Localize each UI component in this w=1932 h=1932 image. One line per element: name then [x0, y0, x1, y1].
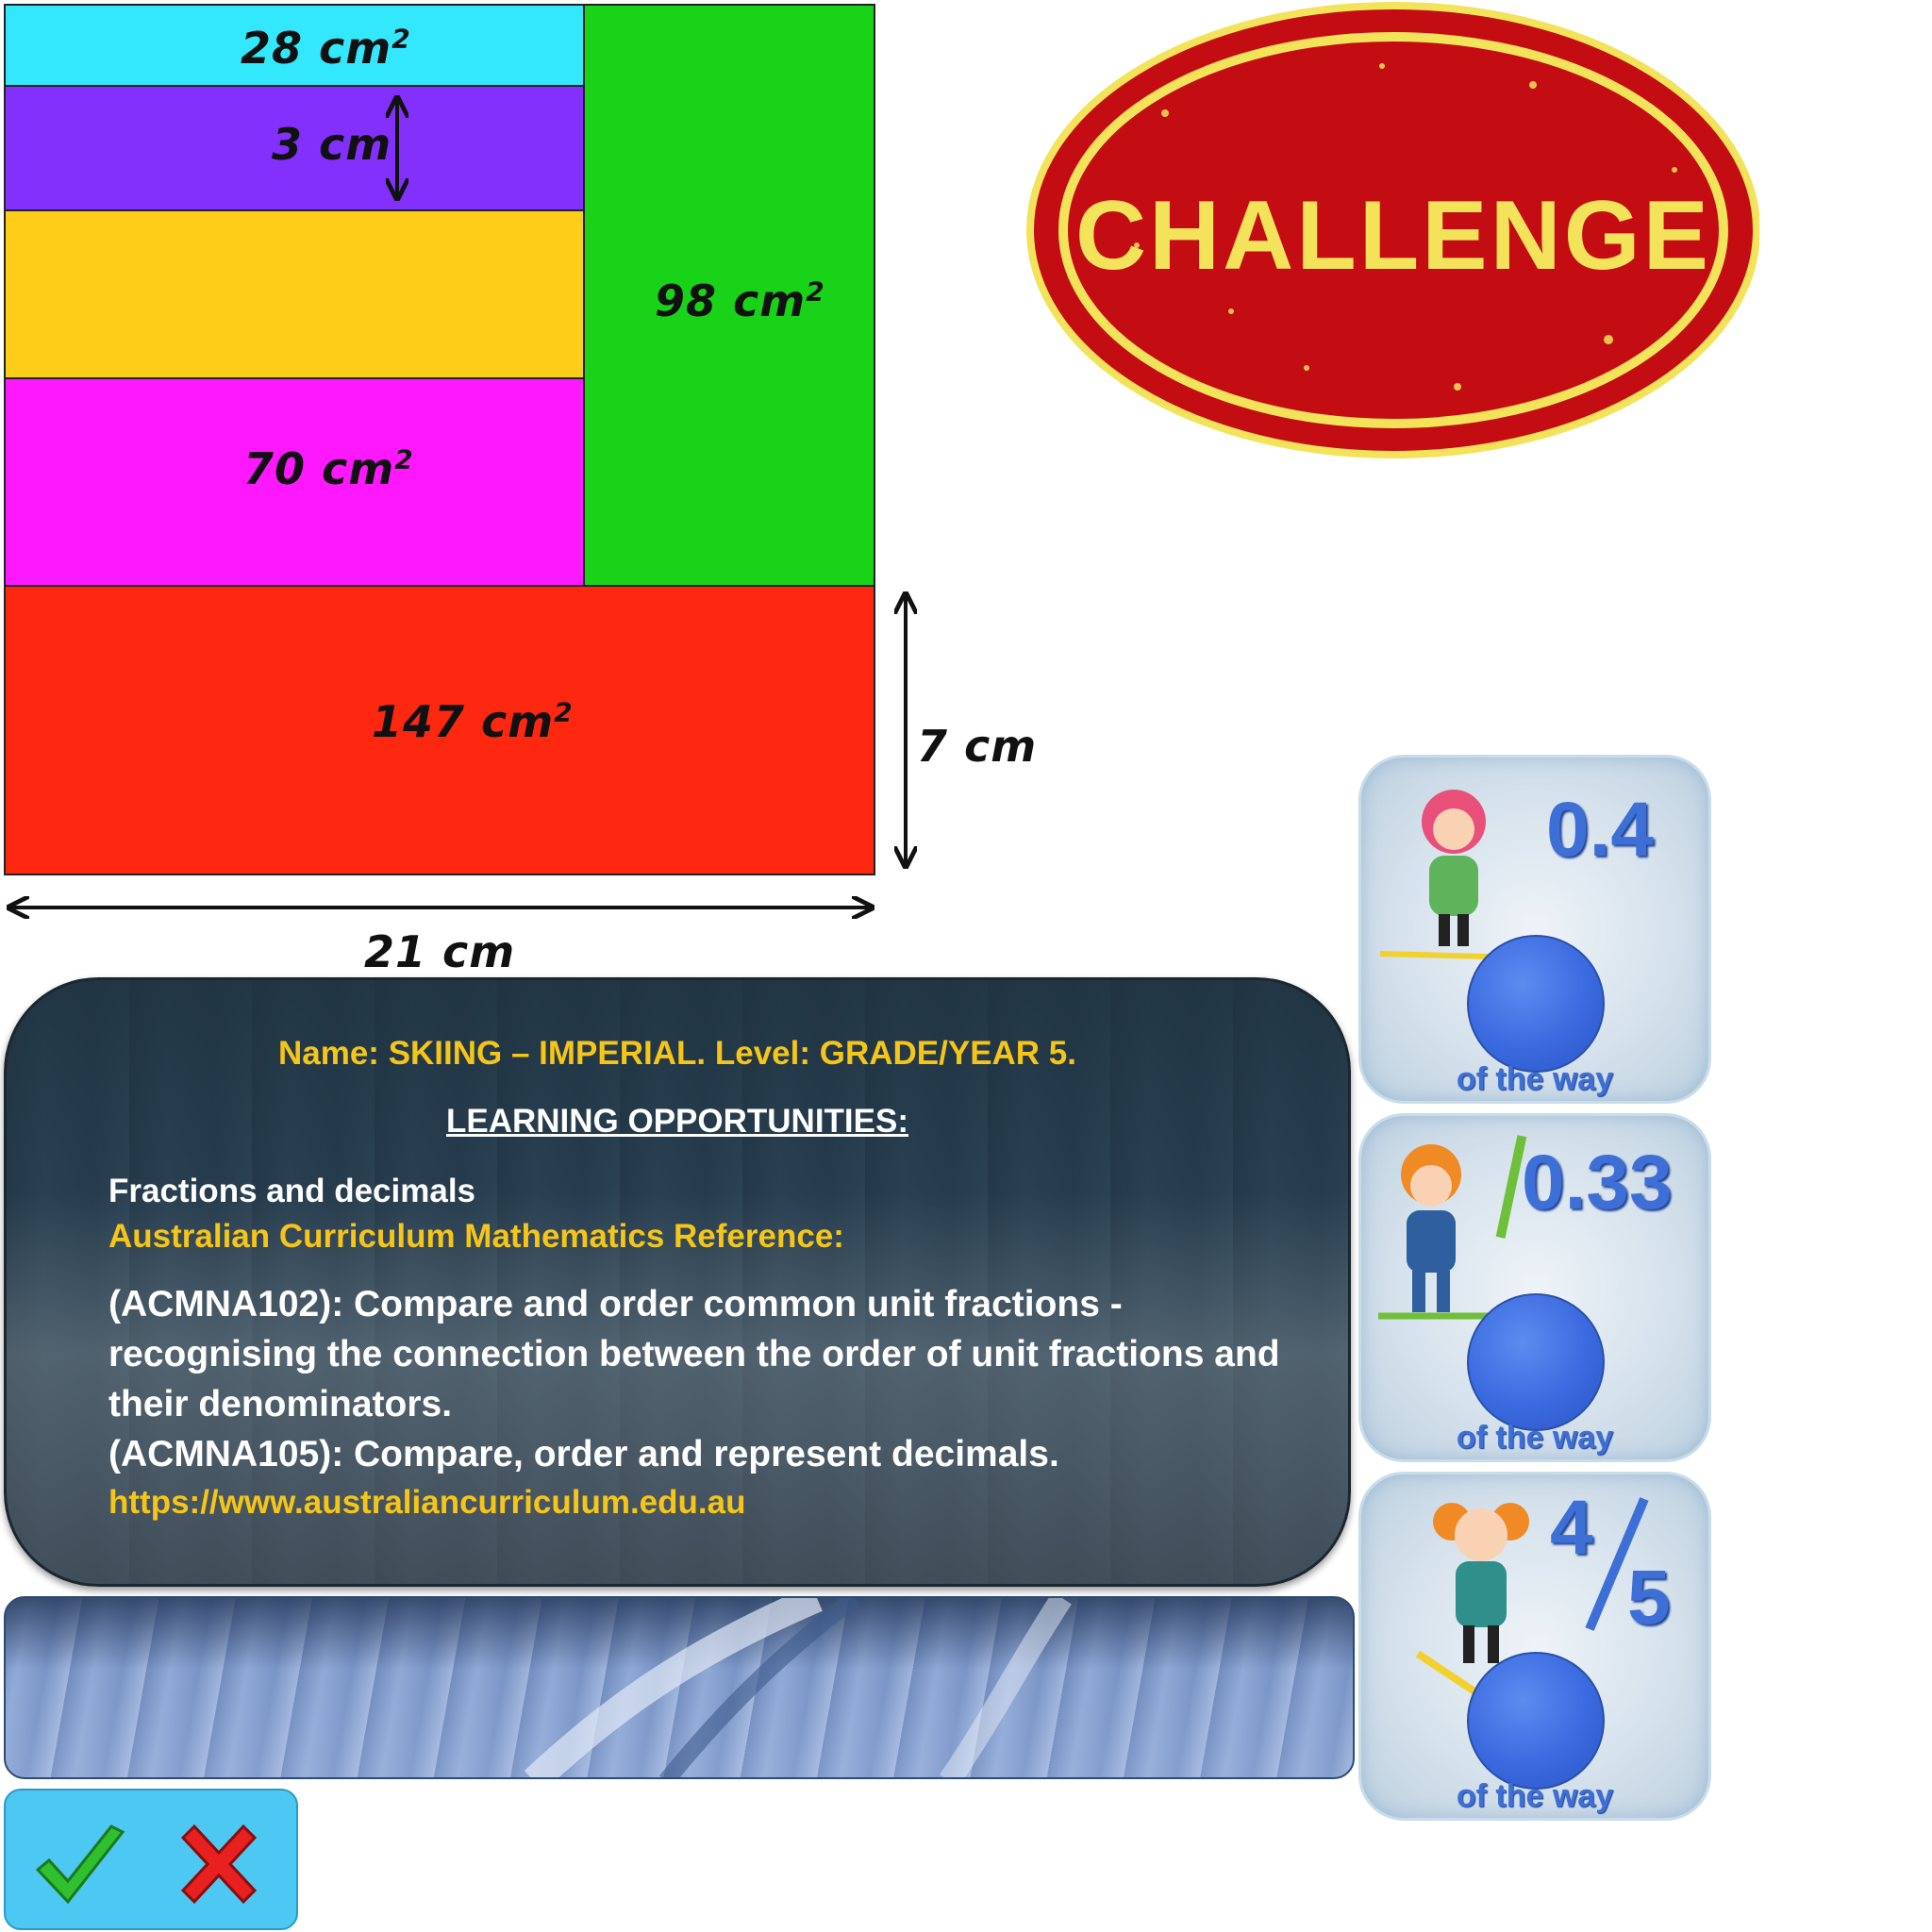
name-level-line: Name: SKIING – IMPERIAL. Level: GRADE/YE… [277, 1035, 1076, 1072]
acmna102-line-2: recognising the connection between the o… [108, 1334, 1280, 1374]
skier-tile-4-5[interactable]: 4 5 of the way [1358, 1472, 1711, 1821]
tile-caption: of the way [1456, 1061, 1614, 1097]
acmna102-line-3: their denominators. [108, 1384, 453, 1424]
challenge-badge: CHALLENGE [1024, 0, 1760, 462]
answer-buttons [4, 1789, 298, 1930]
snow-tracks-image [4, 1596, 1355, 1779]
topic-text: Fractions and decimals [108, 1173, 476, 1209]
skier-tile-0-33[interactable]: 0.33 of the way [1358, 1113, 1711, 1462]
tile-value: 0.4 [1546, 787, 1654, 873]
challenge-text: CHALLENGE [1075, 181, 1711, 291]
blue-ball [1467, 1293, 1605, 1431]
blue-ball [1467, 1652, 1605, 1790]
tile-caption: of the way [1456, 1420, 1614, 1456]
info-panel: Name: SKIING – IMPERIAL. Level: GRADE/YE… [4, 977, 1351, 1587]
tile-caption: of the way [1456, 1778, 1614, 1814]
learning-opportunities-heading: LEARNING OPPORTUNITIES: [445, 1103, 909, 1140]
skier-tile-0-4[interactable]: 0.4 of the way [1358, 755, 1711, 1104]
curriculum-reference-title: Australian Curriculum Mathematics Refere… [108, 1218, 844, 1255]
blue-ball [1467, 935, 1605, 1073]
check-icon[interactable] [32, 1823, 126, 1907]
fraction-denominator: 5 [1627, 1555, 1671, 1641]
acmna105-line: (ACMNA105): Compare, order and represent… [108, 1434, 1059, 1474]
tile-value: 0.33 [1522, 1140, 1673, 1225]
curriculum-link[interactable]: https://www.australiancurriculum.edu.au [108, 1484, 745, 1522]
cross-icon[interactable] [174, 1819, 264, 1909]
acmna102-line-1: (ACMNA102): Compare and order common uni… [108, 1284, 1123, 1324]
